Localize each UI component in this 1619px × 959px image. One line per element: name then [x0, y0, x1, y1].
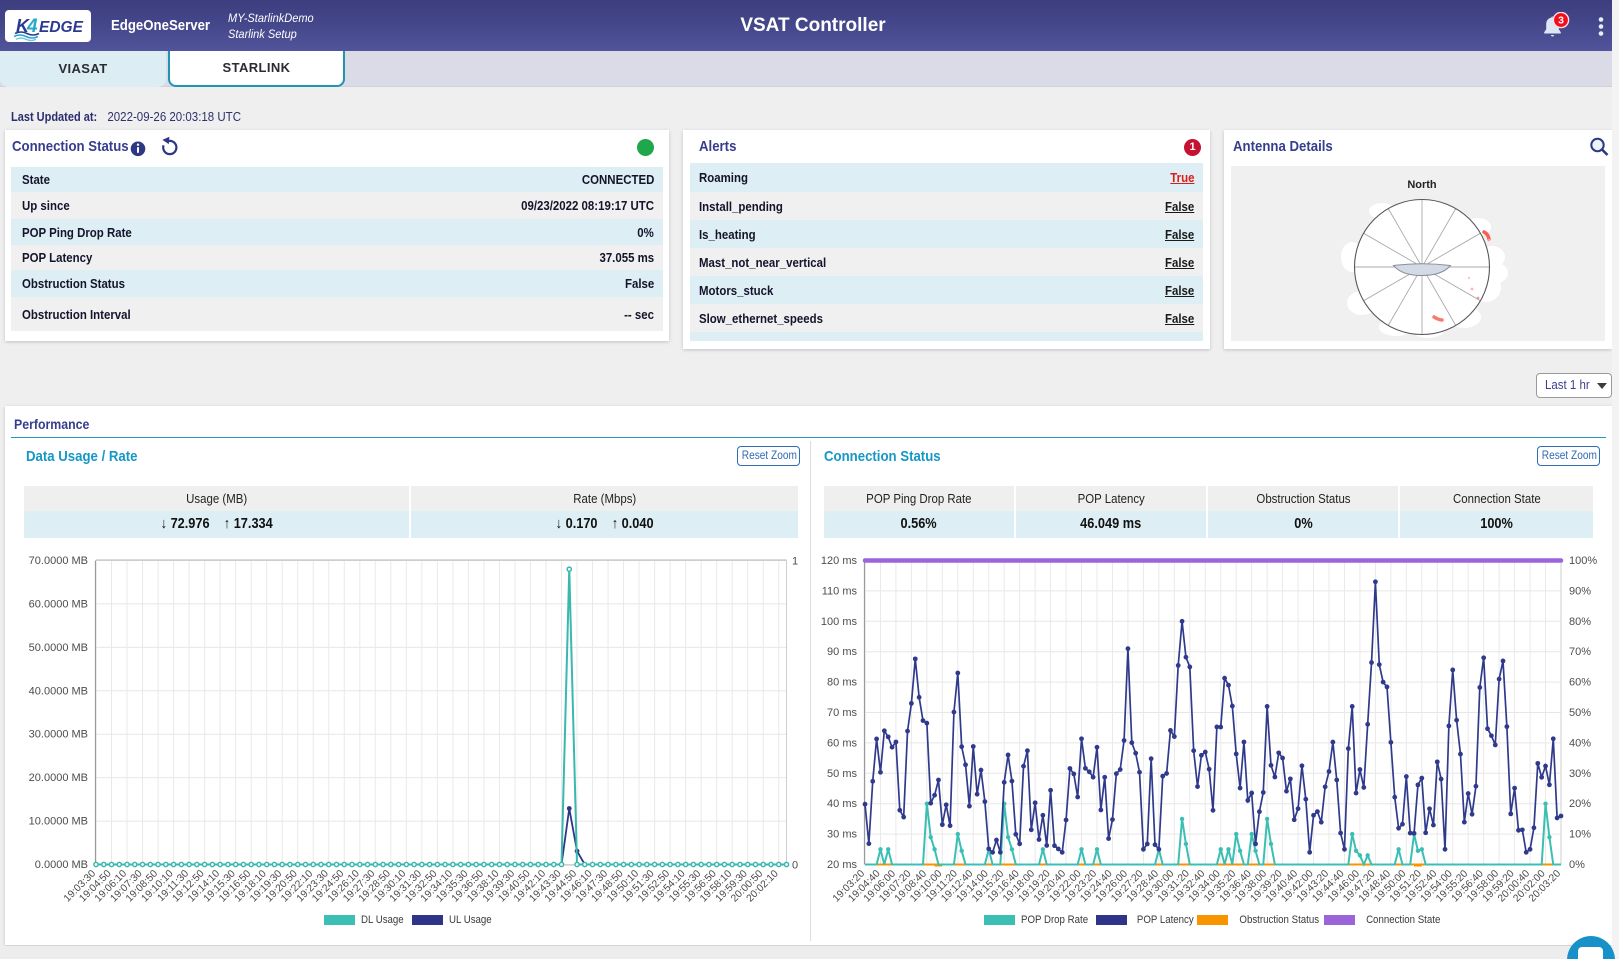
svg-text:60.0000 MB: 60.0000 MB — [29, 598, 88, 610]
svg-text:50 ms: 50 ms — [827, 768, 857, 780]
svg-text:North: North — [1407, 179, 1437, 191]
svg-text:60 ms: 60 ms — [827, 737, 857, 749]
svg-text:50%: 50% — [1569, 707, 1591, 719]
svg-text:1: 1 — [792, 556, 798, 568]
svg-text:90 ms: 90 ms — [827, 646, 857, 658]
svg-text:10%: 10% — [1569, 829, 1591, 841]
svg-text:20%: 20% — [1569, 798, 1591, 810]
svg-text:120 ms: 120 ms — [821, 555, 858, 567]
svg-text:80 ms: 80 ms — [827, 677, 857, 689]
svg-text:20.0000 MB: 20.0000 MB — [29, 772, 88, 784]
svg-text:3: 3 — [1558, 15, 1564, 27]
svg-text:100%: 100% — [1569, 555, 1597, 567]
svg-text:40.0000 MB: 40.0000 MB — [29, 685, 88, 697]
svg-text:70%: 70% — [1569, 646, 1591, 658]
svg-text:40%: 40% — [1569, 737, 1591, 749]
svg-text:10.0000 MB: 10.0000 MB — [29, 816, 88, 828]
svg-text:30 ms: 30 ms — [827, 829, 857, 841]
svg-text:70 ms: 70 ms — [827, 707, 857, 719]
svg-text:40 ms: 40 ms — [827, 798, 857, 810]
svg-text:60%: 60% — [1569, 677, 1591, 689]
svg-text:30.0000 MB: 30.0000 MB — [29, 729, 88, 741]
svg-text:30%: 30% — [1569, 768, 1591, 780]
svg-text:50.0000 MB: 50.0000 MB — [29, 642, 88, 654]
svg-text:0%: 0% — [1569, 859, 1585, 871]
svg-text:0.0000 MB: 0.0000 MB — [35, 859, 88, 871]
svg-text:100 ms: 100 ms — [821, 616, 858, 628]
svg-text:20 ms: 20 ms — [827, 859, 857, 871]
svg-text:110 ms: 110 ms — [822, 585, 858, 597]
svg-text:90%: 90% — [1569, 585, 1591, 597]
svg-text:70.0000 MB: 70.0000 MB — [29, 555, 88, 567]
svg-text:EDGE: EDGE — [39, 19, 84, 36]
svg-text:80%: 80% — [1569, 616, 1591, 628]
svg-text:0: 0 — [792, 860, 798, 872]
